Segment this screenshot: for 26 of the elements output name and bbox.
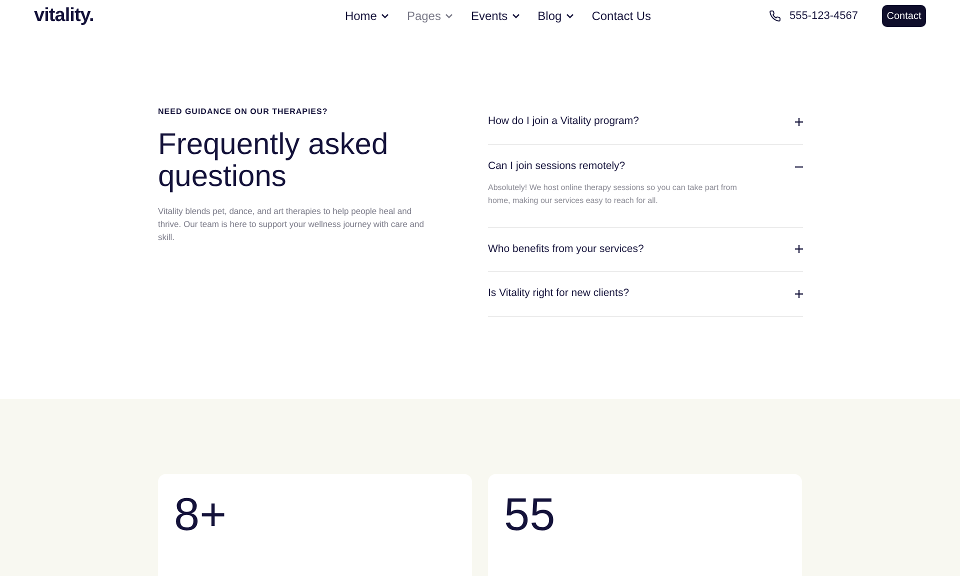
nav-link[interactable]: Home bbox=[344, 7, 389, 25]
chevron-down-icon bbox=[566, 13, 574, 19]
nav-link[interactable]: Blog bbox=[538, 7, 574, 25]
intro-text: Vitality blends pet, dance, and art therapies to help people heal and thrive. Our team is here to support your wellness journey with care and skill. bbox=[158, 205, 425, 244]
faq-title: Frequently asked questions bbox=[158, 129, 390, 193]
chevron-down-icon bbox=[512, 13, 520, 19]
plus-icon bbox=[795, 245, 803, 254]
eyebrow: NEED GUIDANCE ON OUR THERAPIES? bbox=[158, 106, 329, 118]
faq-answer: Absolutely! We host online therapy sessions so you can take part from home, making our services easy to reach for all. bbox=[488, 182, 738, 206]
faq-question[interactable]: Who benefits from your services? bbox=[488, 242, 803, 258]
plus-icon bbox=[795, 118, 803, 126]
nav-link[interactable]: Pages bbox=[406, 7, 453, 25]
chevron-down-icon bbox=[380, 13, 389, 19]
chevron-down-icon bbox=[444, 13, 453, 19]
nav-link[interactable]: Contact Us bbox=[592, 7, 652, 25]
logo[interactable]: vitality. bbox=[34, 2, 309, 30]
phone-icon bbox=[769, 10, 782, 22]
faq-question[interactable]: How do I join a Vitality program? bbox=[488, 114, 803, 130]
plus-icon bbox=[795, 290, 803, 298]
phone-number[interactable]: 555-123-4567 bbox=[789, 8, 858, 24]
stat-value: 55 bbox=[504, 488, 556, 540]
contact-button[interactable]: Contact bbox=[882, 5, 926, 27]
faq-question[interactable]: Can I join sessions remotely? bbox=[488, 158, 803, 174]
stat-value: 8+ bbox=[174, 488, 226, 540]
faq-question[interactable]: Is Vitality right for new clients? bbox=[488, 286, 803, 302]
nav-link[interactable]: Events bbox=[470, 7, 520, 25]
